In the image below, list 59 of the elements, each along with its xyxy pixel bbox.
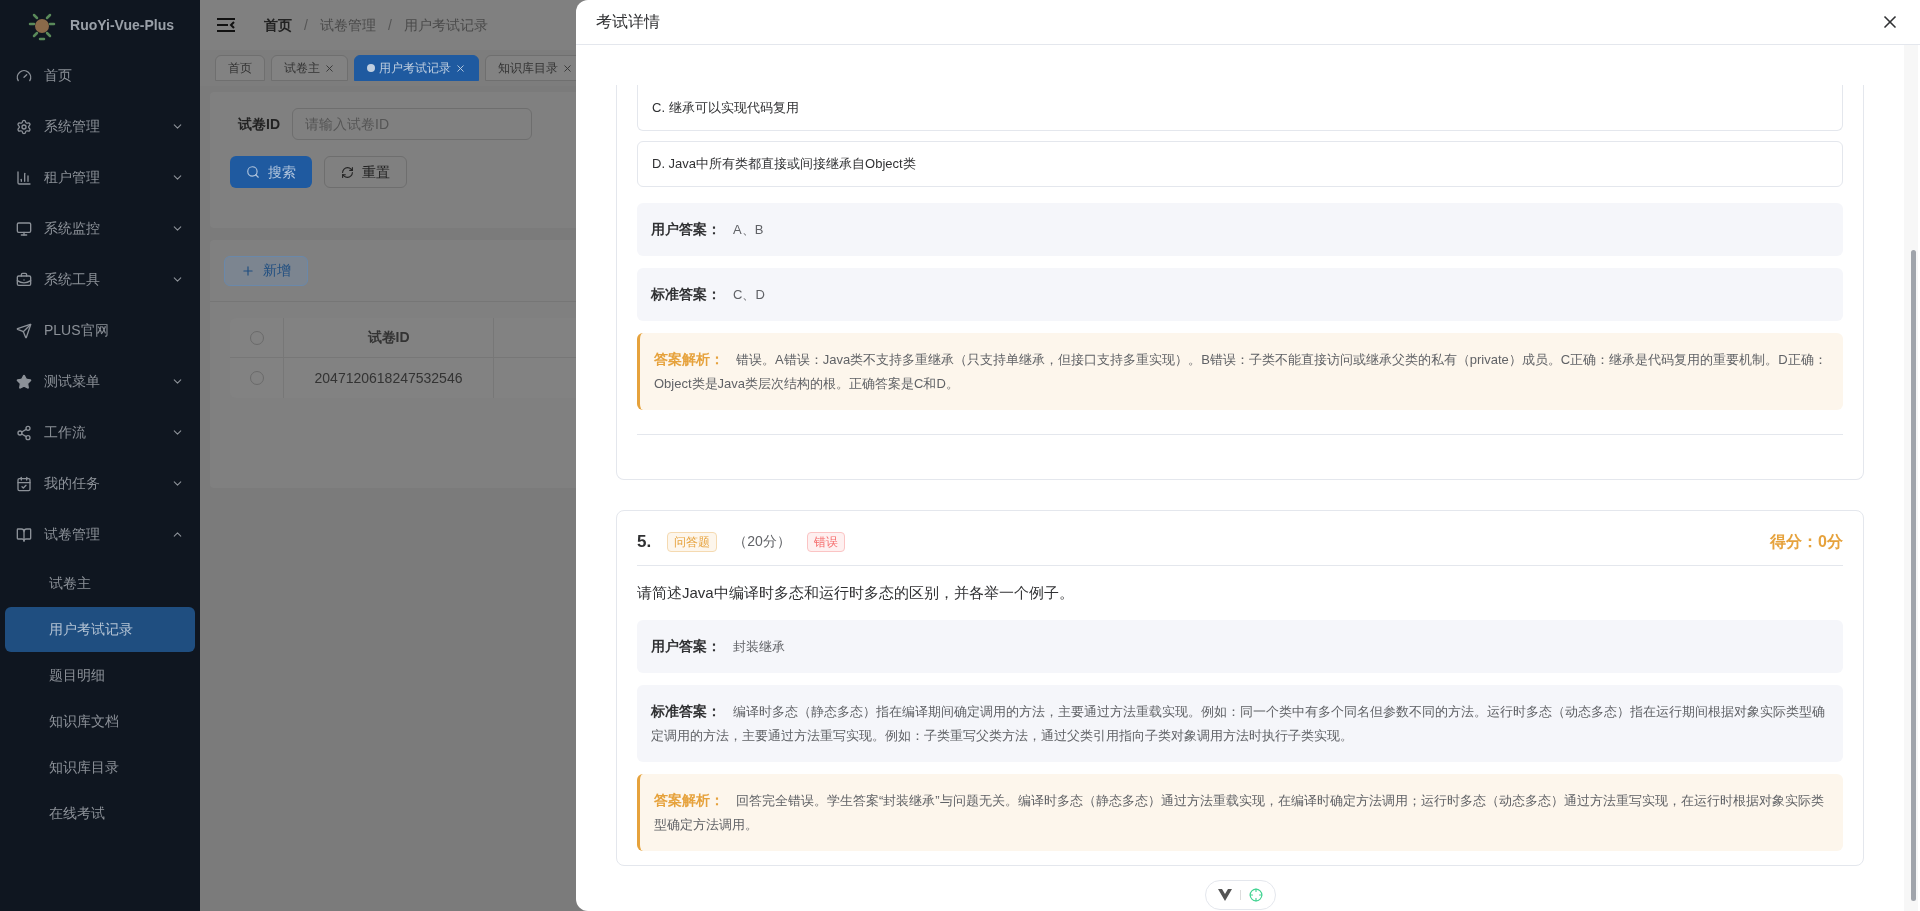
submenu-item[interactable]: 试卷主: [0, 561, 200, 606]
crosshair-icon[interactable]: [1248, 888, 1263, 902]
answer-box: 标准答案： 编译时多态（静态多态）指在编译期间确定调用的方法，主要通过方法重载实现。例如：同一个类中有多个同名但参数不同的方法。运行时多态（动态多态）指在运行期间根据对象实际类型确定调用的方法，主要通过方法重写实现。例如：子类重写父类方法，通过父类引用指向子类对象调用方法时执行子类实现。: [637, 685, 1843, 762]
answer-box: 用户答案： A、B: [637, 203, 1843, 256]
submenu-item[interactable]: 题目明细: [0, 653, 200, 698]
toolbox-icon: [16, 271, 32, 288]
menu-item[interactable]: 试卷管理: [0, 509, 200, 560]
menu-item[interactable]: 系统工具: [0, 254, 200, 305]
breadcrumb-separator: /: [387, 15, 392, 35]
submenu-item[interactable]: 知识库文档: [0, 699, 200, 744]
menu-icon[interactable]: [216, 17, 236, 33]
analysis-box: 答案解析： 错误。A错误：Java类不支持多重继承（只支持单继承，但接口支持多重实现）。B错误：子类不能直接访问或继承父类的私有（private）成员。C正确：继承是代码复用的重要机制。D正确：Object类是Java类层次结构的根。正确答案是C和D。: [637, 333, 1843, 410]
option-row: C. 继承可以实现代码复用: [637, 85, 1843, 131]
column-header: 试卷ID: [284, 318, 494, 357]
v-logo-icon[interactable]: [1217, 889, 1232, 901]
submenu-item[interactable]: 知识库目录: [0, 745, 200, 790]
search-button[interactable]: 搜索: [230, 156, 312, 188]
analysis-box: 答案解析： 回答完全错误。学生答案“封装继承”与问题无关。编译时多态（静态多态）通过方法重载实现，在编译时确定方法调用；运行时多态（动态多态）通过方法重写实现，在运行时根据对象实际类型确定方法调用。: [637, 774, 1843, 851]
page-tab[interactable]: 用户考试记录: [354, 55, 479, 81]
menu-item[interactable]: 工作流: [0, 407, 200, 458]
star-icon: [16, 373, 32, 390]
plus-icon: [241, 263, 255, 278]
dashboard-icon: [16, 67, 32, 84]
menu-item[interactable]: 系统监控: [0, 203, 200, 254]
option-row: D. Java中所有类都直接或间接继承自Object类: [637, 141, 1843, 187]
table-cell: 2047120618247532546: [284, 358, 494, 398]
score-text: 得分：0分: [1770, 531, 1843, 552]
menu-item[interactable]: 租户管理: [0, 152, 200, 203]
drawer-title: 考试详情: [596, 12, 660, 32]
menu-item[interactable]: 系统管理: [0, 101, 200, 152]
type-tag: 问答题: [667, 531, 718, 552]
breadcrumb-item[interactable]: 首页: [264, 14, 292, 36]
menu-item[interactable]: 我的任务: [0, 458, 200, 509]
calendar-icon: [16, 475, 32, 492]
menu-item[interactable]: 测试菜单: [0, 356, 200, 407]
answer-box: 标准答案： C、D: [637, 268, 1843, 321]
book-icon: [16, 526, 32, 543]
refresh-icon: [341, 165, 354, 179]
field-label: 试卷ID: [237, 114, 280, 134]
monitor-icon: [16, 220, 32, 237]
page-tab[interactable]: 试卷主: [271, 55, 348, 81]
search-icon: [246, 165, 260, 179]
paper-plane-icon: [16, 322, 32, 339]
page-tab[interactable]: 首页: [215, 55, 265, 81]
settings-icon: [16, 118, 32, 135]
reset-button[interactable]: 重置: [324, 156, 407, 188]
flow-icon: [16, 424, 32, 441]
points-text: （20分）: [733, 532, 791, 552]
bar-chart-icon: [16, 169, 32, 186]
logo-text: RuoYi-Vue-Plus: [70, 15, 174, 35]
breadcrumb-separator: /: [304, 15, 308, 35]
menu-item[interactable]: PLUS官网: [0, 305, 200, 356]
result-tag: 错误: [806, 531, 845, 552]
submenu-item[interactable]: 在线考试: [0, 791, 200, 836]
submenu-item[interactable]: 用户考试记录: [5, 607, 195, 652]
answer-box: 用户答案： 封装继承: [637, 620, 1843, 673]
question-number: 5.: [637, 531, 652, 553]
question-text: 请简述Java中编译时多态和运行时多态的区别，并各举一个例子。: [637, 582, 1075, 603]
menu-item[interactable]: 首页: [0, 50, 200, 101]
